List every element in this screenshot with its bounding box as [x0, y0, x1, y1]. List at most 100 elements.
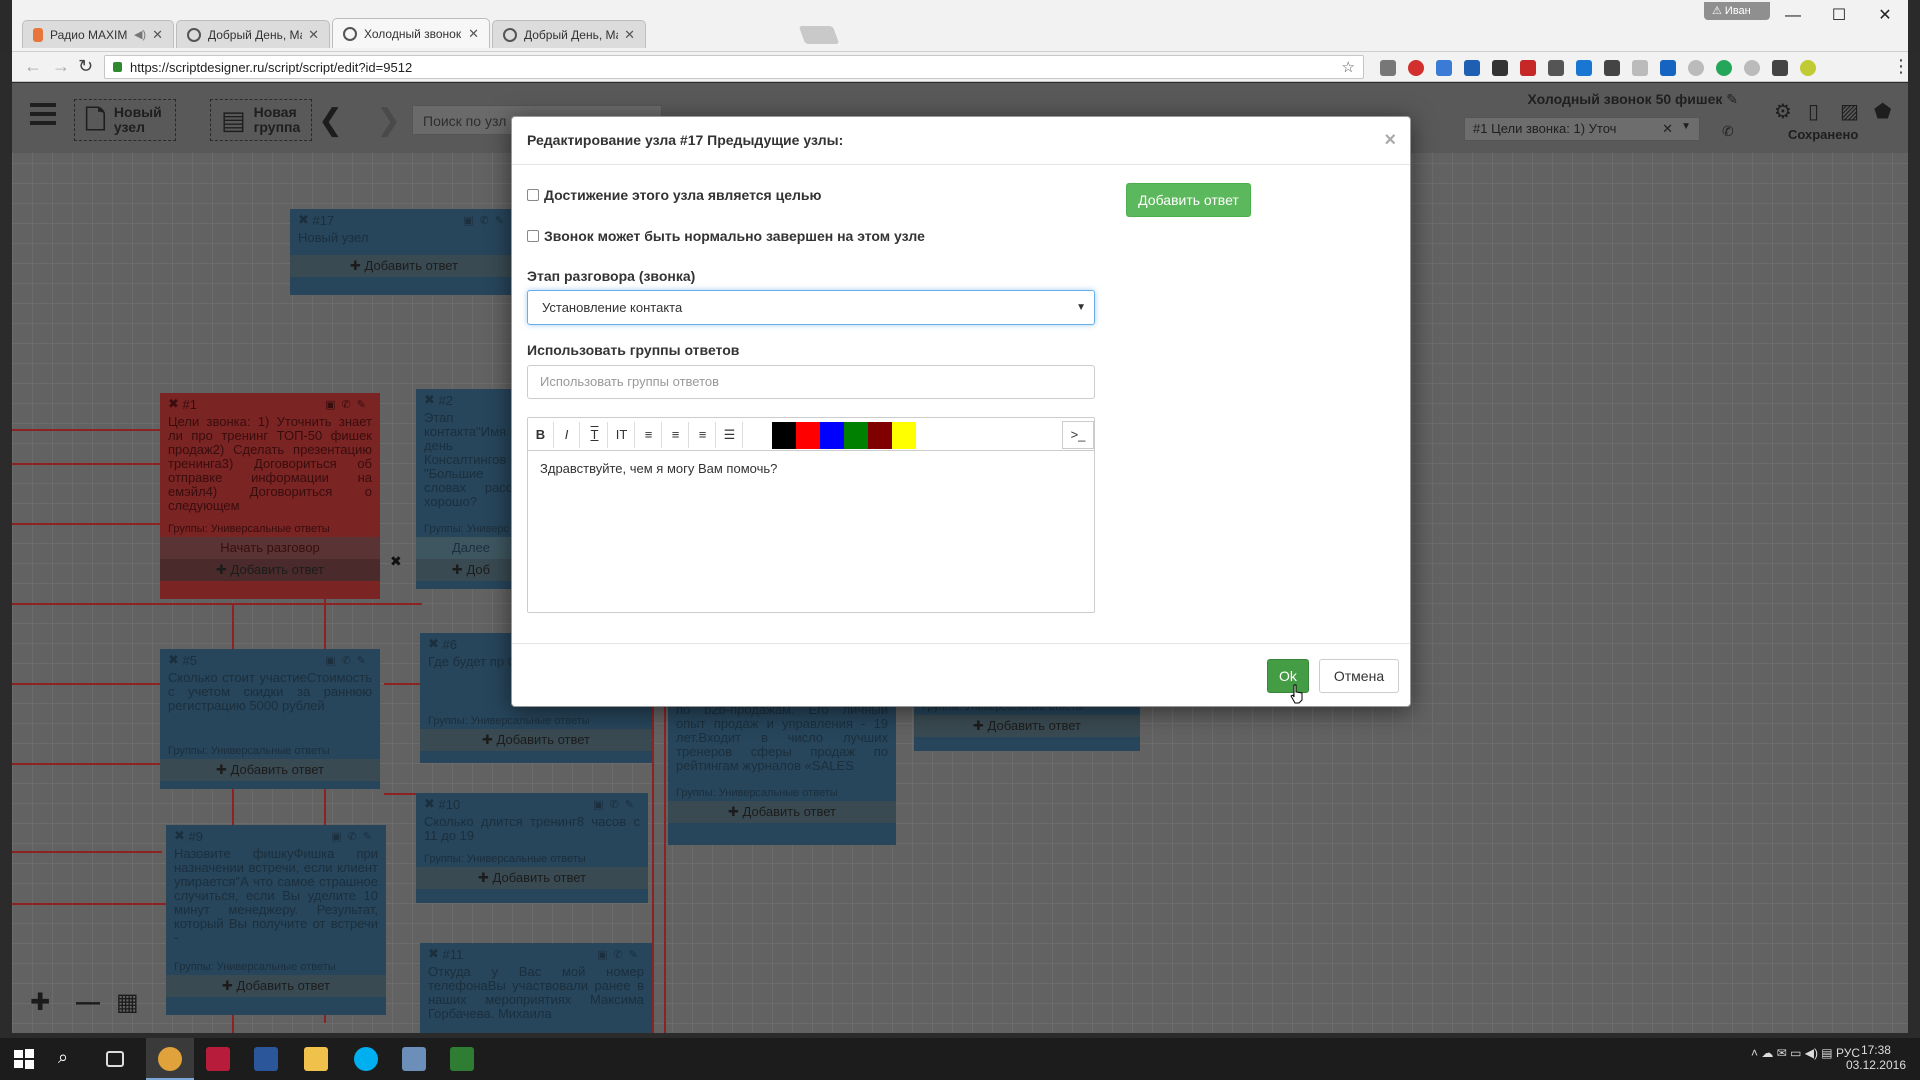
delete-connection-icon[interactable]: ✖ [390, 553, 402, 570]
new-tab-button[interactable] [798, 26, 840, 44]
node-9[interactable]: ✖ #9 ▣✆✎ Назовите фишкуФишка при назначен… [166, 825, 386, 1015]
italic-button[interactable]: I [554, 422, 580, 448]
align-center-button[interactable]: ≡ [663, 422, 689, 448]
add-answer-link[interactable]: ✚ Добавить ответ [416, 867, 648, 889]
mobile-icon[interactable]: ▯ [1808, 99, 1832, 123]
zoom-in-icon[interactable]: ✚ [30, 988, 50, 1017]
color-yellow-swatch[interactable] [892, 422, 916, 449]
address-bar[interactable]: https://scriptdesigner.ru/script/script/… [104, 55, 1364, 79]
stage-select[interactable]: Установление контакта ▼ [527, 290, 1095, 325]
reload-icon[interactable]: ↻ [78, 56, 93, 77]
add-answer-link[interactable]: ✚ Добавить ответ [668, 801, 896, 823]
add-answer-link[interactable]: ✚ Добавить ответ [166, 975, 386, 997]
close-icon[interactable]: ✕ [624, 27, 635, 43]
node-2[interactable]: ✖ #2 Этап 1 контакта"Имя день Консалтинг… [416, 389, 526, 589]
close-icon[interactable]: ✕ [468, 26, 479, 42]
extension-icon[interactable] [1576, 60, 1592, 76]
node-action-icons[interactable]: ▣✆✎ [597, 948, 644, 961]
zoom-out-icon[interactable]: — [76, 989, 100, 1017]
extension-icon[interactable] [1744, 60, 1760, 76]
add-answer-link[interactable]: ✚ Добавить ответ [160, 759, 380, 781]
answer-next[interactable]: Далее [416, 537, 526, 559]
node-1[interactable]: ✖ #1 ▣✆✎ Цели звонка: 1) Уточнить знает л… [160, 393, 380, 599]
add-answer-link[interactable]: ✚ Доб [416, 559, 526, 581]
add-answer-link[interactable]: ✚ Добавить ответ [420, 729, 652, 751]
answer-start-conversation[interactable]: Начать разговор [160, 537, 380, 559]
extension-icon[interactable] [1800, 60, 1816, 76]
modal-close-button[interactable]: × [1384, 129, 1396, 152]
new-group-button[interactable]: ▤ Новая группа [210, 99, 312, 141]
clear-format-button[interactable]: T [582, 422, 608, 448]
end-checkbox-row[interactable]: Звонок может быть нормально завершен на … [527, 228, 925, 244]
node-action-icons[interactable]: ▣✆✎ [331, 830, 378, 843]
call-end-checkbox[interactable] [527, 230, 539, 242]
node-5[interactable]: ✖ #5 ▣✆✎ Сколько стоит участиеСтоимость с… [160, 649, 380, 789]
opera-icon[interactable] [1408, 60, 1424, 76]
caret-down-icon[interactable]: ▼ [1681, 121, 1691, 132]
extension-icon[interactable] [1520, 60, 1536, 76]
extension-icon[interactable] [1436, 60, 1452, 76]
chrome-icon[interactable] [158, 1047, 182, 1071]
source-code-button[interactable]: >_ [1062, 421, 1094, 449]
goal-checkbox-row[interactable]: Достижение этого узла является целью [527, 187, 821, 203]
node-11[interactable]: ✖ #11 ▣✆✎ Откуда у Вас мой номер телефона… [420, 943, 652, 1033]
bookmark-star-icon[interactable]: ☆ [1342, 58, 1355, 76]
media-app-icon[interactable] [206, 1047, 230, 1071]
add-answer-button[interactable]: Добавить ответ [1126, 183, 1251, 217]
search-icon[interactable]: ⌕ [58, 1047, 82, 1071]
windows-start-icon[interactable] [12, 1047, 36, 1071]
window-app-icon[interactable] [402, 1047, 426, 1071]
node-action-icons[interactable]: ▣✆✎ [593, 798, 640, 811]
download-icon[interactable] [1464, 60, 1480, 76]
node-trainer-info[interactable]: по b2b-продажам. Его личный опыт продаж … [668, 697, 896, 845]
add-answer-link[interactable]: ✚ Добавить ответ [290, 255, 518, 277]
script-title[interactable]: Холодный звонок 50 фишек ✎ [1528, 91, 1738, 108]
tab-dobryi-den-2[interactable]: Добрый День, Максим! ✕ [492, 20, 646, 48]
node-action-icons[interactable]: ▣✆✎ [325, 398, 372, 411]
color-blue-swatch[interactable] [820, 422, 844, 449]
extension-icon[interactable] [1632, 60, 1648, 76]
tab-cold-call[interactable]: Холодный звонок 50 ф ✕ [332, 18, 490, 48]
pen-icon[interactable] [1772, 60, 1788, 76]
new-node-button[interactable]: 🗋 Новый узел [74, 99, 176, 141]
tab-radio[interactable]: Радио MAXIMUM :: ◀) ✕ [22, 20, 174, 48]
align-left-button[interactable]: ≡ [636, 422, 662, 448]
list-button[interactable]: ☰ [717, 422, 743, 448]
node-17[interactable]: ✖ #17 ▣✆✎ Новый узел ✚ Добавить ответ [290, 209, 518, 295]
task-view-icon[interactable] [106, 1051, 124, 1067]
extension-icon[interactable] [1380, 60, 1396, 76]
phone-icon[interactable]: ✆ [1722, 123, 1746, 147]
tab-dobryi-den-1[interactable]: Добрый День, Максим! ✕ [176, 20, 330, 48]
bold-button[interactable]: B [528, 422, 554, 448]
maximize-button[interactable]: ☐ [1816, 4, 1862, 28]
redo-arrow-icon[interactable]: ❯ [376, 103, 401, 138]
node-action-icons[interactable]: ▣✆✎ [463, 214, 510, 227]
forward-icon[interactable]: → [52, 56, 70, 77]
add-answer-link[interactable]: ✚ Добавить ответ [914, 715, 1140, 737]
align-right-button[interactable]: ≡ [690, 422, 716, 448]
grammarly-icon[interactable] [1716, 60, 1732, 76]
file-explorer-icon[interactable] [304, 1047, 328, 1071]
markdown-app-icon[interactable] [450, 1047, 474, 1071]
cancel-button[interactable]: Отмена [1319, 659, 1399, 693]
node-10[interactable]: ✖ #10 ▣✆✎ Сколько длится тренинг8 часов с… [416, 793, 648, 903]
close-icon[interactable]: ✕ [308, 27, 319, 43]
clear-icon[interactable]: ✕ [1662, 121, 1673, 137]
mute-icon[interactable]: ◀) [134, 28, 146, 41]
node-select[interactable]: #1 Цели звонка: 1) Уточ ✕ ▼ [1464, 117, 1700, 141]
color-green-swatch[interactable] [844, 422, 868, 449]
color-maroon-swatch[interactable] [868, 422, 892, 449]
extension-icon[interactable] [1548, 60, 1564, 76]
minimize-button[interactable]: — [1770, 4, 1816, 28]
gear-icon[interactable]: ⚙ [1774, 99, 1798, 123]
puzzle-icon[interactable] [1604, 60, 1620, 76]
extension-icon[interactable] [1660, 60, 1676, 76]
clock[interactable]: 17:38 03.12.2016 [1846, 1043, 1906, 1073]
menu-icon[interactable]: ⋮ [1892, 56, 1910, 77]
profile-badge[interactable]: ⚠ Иван [1704, 2, 1770, 20]
grid-view-icon[interactable]: ▦ [116, 988, 139, 1017]
tag-icon[interactable]: ⬟ [1874, 99, 1898, 123]
image-icon[interactable]: ▨ [1840, 99, 1864, 123]
color-red-swatch[interactable] [796, 422, 820, 449]
back-icon[interactable]: ← [24, 56, 42, 77]
